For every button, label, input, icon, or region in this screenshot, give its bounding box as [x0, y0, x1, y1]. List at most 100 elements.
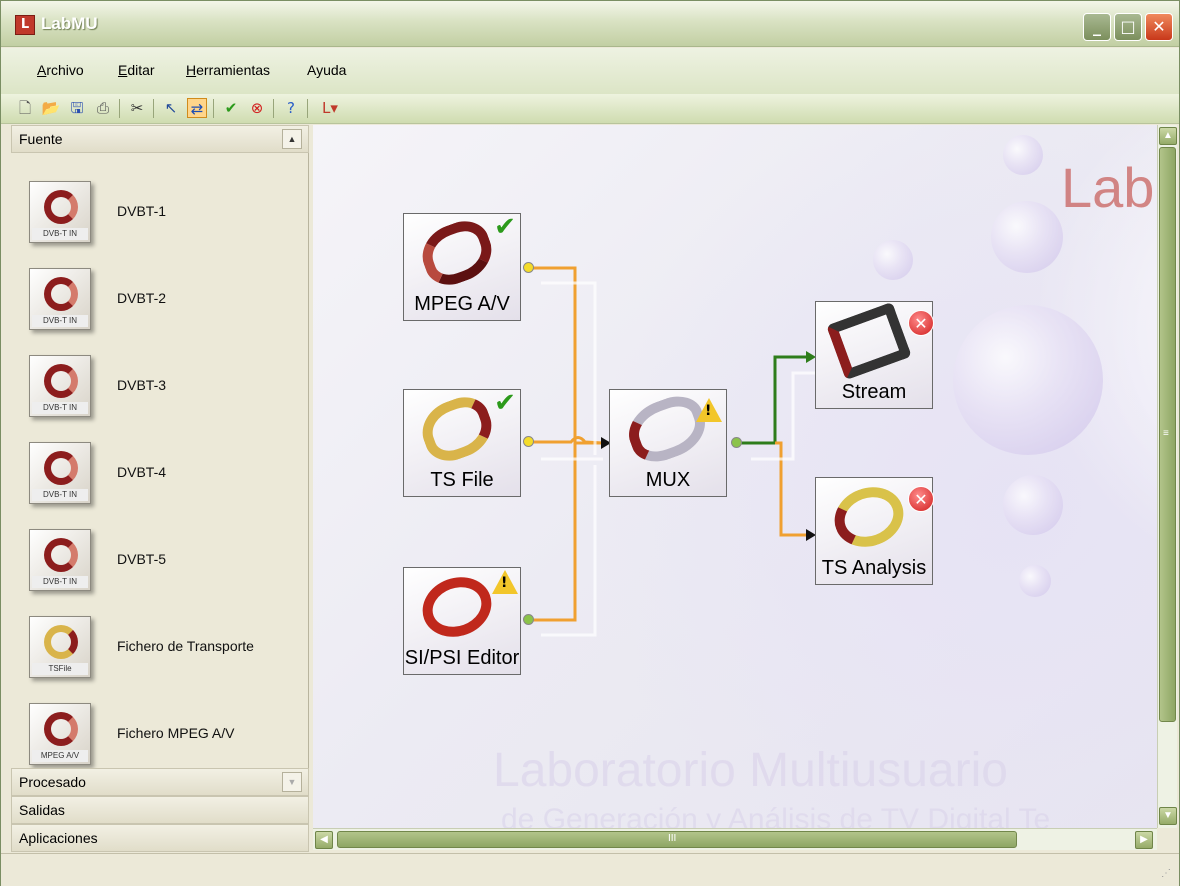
thumb-tag: DVB-T IN: [32, 228, 88, 240]
toolbox-panel: Fuente ▲ DVB-T IN DVBT-1 DVB-T IN DVBT-2…: [11, 125, 309, 852]
node-mux[interactable]: ! MUX: [609, 388, 727, 497]
status-bar: ⋰: [1, 853, 1179, 886]
source-item-dvbt-1[interactable]: DVB-T IN DVBT-1: [11, 181, 309, 267]
menu-herramientas[interactable]: Herramientas: [186, 62, 270, 78]
node-label: TS File: [430, 469, 494, 491]
collapse-up-icon[interactable]: ▲: [282, 129, 302, 149]
toolbar-separator: [119, 99, 120, 118]
error-x-icon: ✕: [908, 486, 934, 512]
menu-ayuda[interactable]: Ayuda: [307, 62, 346, 78]
section-salidas[interactable]: Salidas: [11, 796, 309, 824]
source-label: Fichero MPEG A/V: [117, 725, 235, 741]
editor-sign-icon: [414, 567, 500, 647]
menu-archivo[interactable]: Archivo: [37, 62, 84, 78]
maximize-button[interactable]: □: [1114, 13, 1142, 41]
print-icon[interactable]: ⎙: [93, 98, 113, 118]
thumb-tag: DVB-T IN: [32, 315, 88, 327]
app-logo-icon[interactable]: L: [15, 15, 35, 35]
app-menu-icon[interactable]: L▾: [315, 98, 345, 118]
pointer-icon[interactable]: ↖: [161, 98, 181, 118]
thumb-tag: DVB-T IN: [32, 576, 88, 588]
resize-grip-icon[interactable]: ⋰: [1161, 868, 1173, 880]
section-fuente-label: Fuente: [19, 131, 63, 147]
output-port[interactable]: [731, 437, 742, 448]
menu-herramientas-mnemonic: H: [186, 62, 197, 78]
vertical-scroll-thumb[interactable]: ≡: [1159, 147, 1176, 722]
scroll-right-icon[interactable]: ▶: [1135, 831, 1153, 849]
source-label: DVBT-2: [117, 290, 167, 306]
output-port[interactable]: [523, 614, 534, 625]
validate-icon[interactable]: ✔: [221, 98, 241, 118]
connector-tsfile-mux[interactable]: [528, 436, 604, 445]
section-procesado-label: Procesado: [19, 774, 86, 790]
folder-film-icon: [414, 389, 500, 469]
toolbar: 🗋 📂 🖫 ⎙ ✂ ↖ ⇄ ✔ ⊗ ? L▾: [1, 94, 1179, 124]
film-reel-icon: [414, 213, 500, 293]
vertical-scrollbar[interactable]: ▲ ≡ ▼: [1157, 125, 1177, 828]
menu-archivo-label: rchivo: [46, 62, 84, 78]
close-button[interactable]: ✕: [1145, 13, 1173, 41]
source-label: DVBT-5: [117, 551, 167, 567]
node-label: Stream: [841, 381, 907, 403]
node-si-psi-editor[interactable]: ! SI/PSI Editor: [403, 567, 521, 675]
dvbt-input-icon: DVB-T IN: [29, 442, 91, 504]
connect-icon[interactable]: ⇄: [187, 98, 207, 118]
help-icon[interactable]: ?: [281, 98, 301, 118]
menu-bar: Archivo Editar Herramientas Ayuda: [1, 48, 1179, 94]
warning-icon: !: [492, 570, 518, 594]
source-item-dvbt-2[interactable]: DVB-T IN DVBT-2: [11, 268, 309, 354]
expand-down-icon[interactable]: ▼: [282, 772, 302, 792]
node-label: MPEG A/V: [414, 293, 510, 315]
thumb-tag: MPEG A/V: [32, 750, 88, 762]
source-item-dvbt-4[interactable]: DVB-T IN DVBT-4: [11, 442, 309, 528]
menu-ayuda-label: Ayuda: [307, 62, 347, 78]
toolbar-separator: [273, 99, 274, 118]
horizontal-scrollbar[interactable]: ◀ III ▶: [313, 828, 1157, 850]
menu-editar[interactable]: Editar: [118, 62, 155, 78]
scroll-up-icon[interactable]: ▲: [1159, 127, 1177, 145]
connector-mux-stream[interactable]: [737, 355, 809, 445]
thumb-tag: DVB-T IN: [32, 489, 88, 501]
dvbt-input-icon: DVB-T IN: [29, 355, 91, 417]
source-item-dvbt-3[interactable]: DVB-T IN DVBT-3: [11, 355, 309, 441]
toolbar-separator: [307, 99, 308, 118]
node-mpeg-av[interactable]: ✔ MPEG A/V: [403, 213, 521, 321]
scroll-left-icon[interactable]: ◀: [315, 831, 333, 849]
node-label: TS Analysis: [821, 557, 927, 579]
node-stream[interactable]: ✕ Stream: [815, 301, 934, 409]
source-item-fichero-transporte[interactable]: TSFile Fichero de Transporte: [11, 616, 309, 702]
output-port[interactable]: [523, 262, 534, 273]
connector-sipsi-mux[interactable]: [528, 443, 577, 622]
section-aplicaciones-label: Aplicaciones: [19, 830, 98, 846]
warning-icon: !: [696, 398, 722, 422]
h-grip: III: [668, 833, 677, 844]
section-fuente[interactable]: Fuente ▲: [11, 125, 309, 153]
source-label: Fichero de Transporte: [117, 638, 254, 654]
horizontal-scroll-thumb[interactable]: III: [337, 831, 1017, 848]
title-bar[interactable]: L LabMU _ □ ✕: [1, 1, 1179, 47]
thumb-tag: DVB-T IN: [32, 402, 88, 414]
section-procesado[interactable]: Procesado ▼: [11, 768, 309, 796]
stop-icon[interactable]: ⊗: [247, 98, 267, 118]
cut-icon[interactable]: ✂: [127, 98, 147, 118]
new-file-icon[interactable]: 🗋: [15, 98, 35, 118]
section-salidas-label: Salidas: [19, 802, 65, 818]
app-window: L LabMU _ □ ✕ Archivo Editar Herramienta…: [0, 0, 1180, 886]
output-port[interactable]: [523, 436, 534, 447]
open-folder-icon[interactable]: 📂: [41, 98, 61, 118]
v-grip: ≡: [1163, 428, 1169, 439]
diagram-canvas[interactable]: Lab Laboratorio Multiusuario de Generaci…: [313, 125, 1157, 828]
scroll-down-icon[interactable]: ▼: [1159, 807, 1177, 825]
minimize-button[interactable]: _: [1083, 13, 1111, 41]
ok-check-icon: ✔: [494, 388, 516, 418]
node-ts-file[interactable]: ✔ TS File: [403, 389, 521, 497]
source-label: DVBT-4: [117, 464, 167, 480]
source-label: DVBT-3: [117, 377, 167, 393]
section-aplicaciones[interactable]: Aplicaciones: [11, 824, 309, 852]
node-ts-analysis[interactable]: ✕ TS Analysis: [815, 477, 934, 585]
connector-mpeg-mux[interactable]: [528, 266, 603, 445]
save-icon[interactable]: 🖫: [67, 98, 87, 118]
error-x-icon: ✕: [908, 310, 934, 336]
source-item-dvbt-5[interactable]: DVB-T IN DVBT-5: [11, 529, 309, 615]
toolbar-separator: [153, 99, 154, 118]
